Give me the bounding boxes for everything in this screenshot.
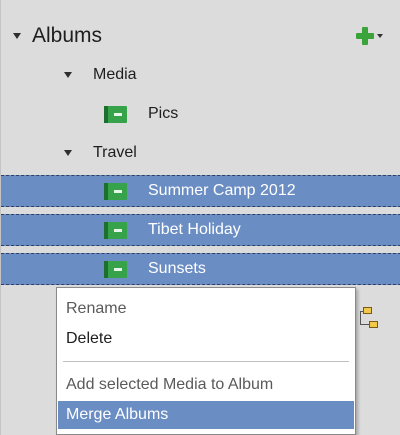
- album-label: Pics: [148, 105, 179, 122]
- album-item-tibet-holiday[interactable]: Tibet Holiday: [1, 214, 400, 246]
- album-label: Sunsets: [148, 260, 206, 277]
- album-icon: [104, 260, 127, 278]
- tree-group-media[interactable]: Media: [1, 62, 400, 88]
- add-album-button[interactable]: [356, 25, 396, 47]
- menu-item-rename[interactable]: Rename: [58, 295, 354, 323]
- album-icon: [104, 105, 127, 123]
- folder-tree-icon[interactable]: [357, 307, 383, 333]
- album-label: Summer Camp 2012: [148, 182, 296, 199]
- tree-group-label: Media: [93, 66, 137, 83]
- context-menu: Rename Delete Add selected Media to Albu…: [56, 287, 356, 435]
- albums-header-label: Albums: [32, 24, 103, 47]
- album-label: Tibet Holiday: [148, 221, 241, 238]
- menu-separator: [63, 361, 349, 362]
- media-collapse-icon[interactable]: [64, 72, 72, 78]
- album-item-summer-camp-2012[interactable]: Summer Camp 2012: [1, 175, 400, 207]
- album-icon: [104, 182, 127, 200]
- travel-collapse-icon[interactable]: [64, 150, 72, 156]
- menu-item-merge-albums[interactable]: Merge Albums: [58, 401, 354, 429]
- albums-header[interactable]: Albums: [1, 22, 400, 50]
- menu-item-delete[interactable]: Delete: [58, 325, 354, 353]
- album-item-sunsets[interactable]: Sunsets: [1, 253, 400, 285]
- menu-item-add-selected-media[interactable]: Add selected Media to Album: [58, 371, 354, 399]
- album-icon: [104, 221, 127, 239]
- album-item-pics[interactable]: Pics: [1, 101, 400, 127]
- tree-group-travel[interactable]: Travel: [1, 140, 400, 166]
- tree-group-label: Travel: [93, 144, 137, 161]
- dropdown-arrow-icon: [377, 34, 383, 38]
- albums-collapse-icon[interactable]: [13, 33, 21, 39]
- plus-icon: [356, 27, 374, 45]
